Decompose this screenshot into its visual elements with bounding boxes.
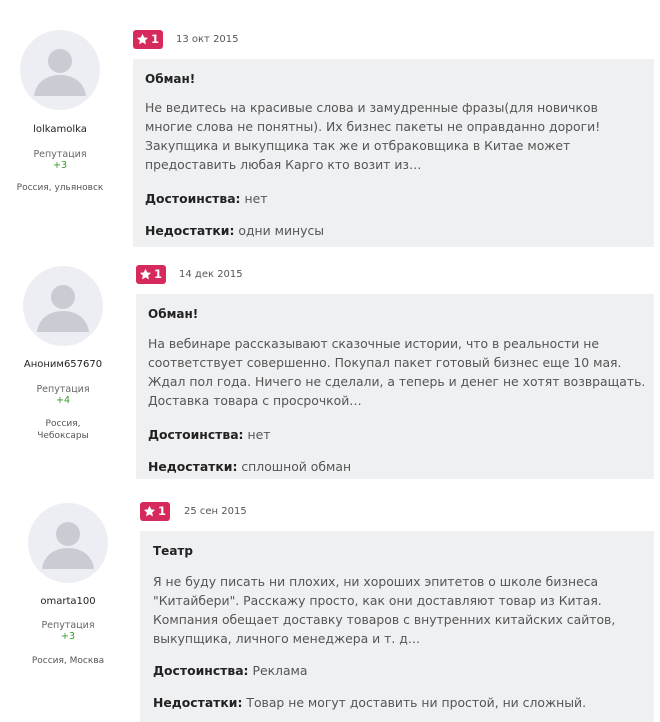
pros-text: Реклама bbox=[252, 663, 308, 678]
user-location: Россия, ульяновск bbox=[16, 183, 104, 193]
user-silhouette-icon bbox=[34, 49, 86, 96]
review-cons: Недостатки: сплошной обман bbox=[148, 459, 351, 474]
review-pros: Достоинства: Реклама bbox=[153, 663, 308, 678]
review-card[interactable]: Обман! Не ведитесь на красивые слова и з… bbox=[133, 59, 654, 247]
reputation-label: Репутация bbox=[36, 384, 90, 395]
reputation-label: Репутация bbox=[33, 149, 87, 160]
username[interactable]: omarta100 bbox=[0, 596, 138, 607]
review-title: Обман! bbox=[145, 72, 196, 86]
reputation-value: +3 bbox=[52, 160, 67, 171]
cons-label: Недостатки: bbox=[153, 695, 243, 710]
star-icon bbox=[143, 505, 156, 517]
avatar[interactable] bbox=[28, 503, 108, 583]
star-icon bbox=[136, 33, 149, 45]
review-pros: Достоинства: нет bbox=[148, 427, 270, 442]
pros-label: Достоинства: bbox=[148, 427, 244, 442]
reputation-value: +3 bbox=[60, 631, 75, 642]
review-cons: Недостатки: одни минусы bbox=[145, 223, 324, 238]
review-text: Я не буду писать ни плохих, ни хороших э… bbox=[153, 574, 616, 646]
rating-badge: 1 bbox=[133, 30, 163, 49]
rating-value: 1 bbox=[158, 504, 167, 518]
cons-label: Недостатки: bbox=[148, 459, 238, 474]
star-icon bbox=[139, 268, 152, 280]
avatar[interactable] bbox=[23, 266, 103, 346]
user-location: Россия, Москва bbox=[31, 656, 105, 666]
review-text: На вебинаре рассказывают сказочные истор… bbox=[148, 336, 646, 408]
review-card[interactable]: Театр Я не буду писать ни плохих, ни хор… bbox=[140, 531, 654, 722]
username[interactable]: Аноним657670 bbox=[0, 359, 133, 370]
pros-text: нет bbox=[244, 191, 268, 206]
cons-label: Недостатки: bbox=[145, 223, 235, 238]
rating-badge: 1 bbox=[136, 265, 166, 284]
user-silhouette-icon bbox=[42, 522, 94, 569]
review-date: 25 сен 2015 bbox=[184, 506, 247, 517]
reputation-label: Репутация bbox=[41, 620, 95, 631]
review-date: 14 дек 2015 bbox=[179, 269, 243, 280]
cons-text: Товар не могут доставить ни простой, ни … bbox=[246, 695, 587, 710]
pros-label: Достоинства: bbox=[145, 191, 241, 206]
user-location: Россия, Чебоксары bbox=[0, 418, 133, 442]
user-silhouette-icon bbox=[37, 285, 89, 332]
reputation-value: +4 bbox=[55, 395, 70, 406]
review-date: 13 окт 2015 bbox=[176, 34, 239, 45]
review-pros: Достоинства: нет bbox=[145, 191, 267, 206]
review-cons: Недостатки: Товар не могут доставить ни … bbox=[153, 695, 586, 710]
review-text: Не ведитесь на красивые слова и замудрен… bbox=[145, 100, 601, 172]
location-city: Чебоксары bbox=[37, 431, 89, 441]
pros-text: нет bbox=[247, 427, 271, 442]
cons-text: сплошной обман bbox=[241, 459, 352, 474]
review-card[interactable]: Обман! На вебинаре рассказывают сказочны… bbox=[136, 294, 654, 479]
rating-value: 1 bbox=[151, 32, 160, 46]
cons-text: одни минусы bbox=[238, 223, 325, 238]
review-title: Театр bbox=[153, 544, 193, 558]
rating-badge: 1 bbox=[140, 502, 170, 521]
review-title: Обман! bbox=[148, 307, 199, 321]
rating-value: 1 bbox=[154, 267, 163, 281]
pros-label: Достоинства: bbox=[153, 663, 249, 678]
username[interactable]: lolkamolka bbox=[0, 124, 130, 135]
location-country: Россия, bbox=[45, 419, 81, 429]
avatar[interactable] bbox=[20, 30, 100, 110]
